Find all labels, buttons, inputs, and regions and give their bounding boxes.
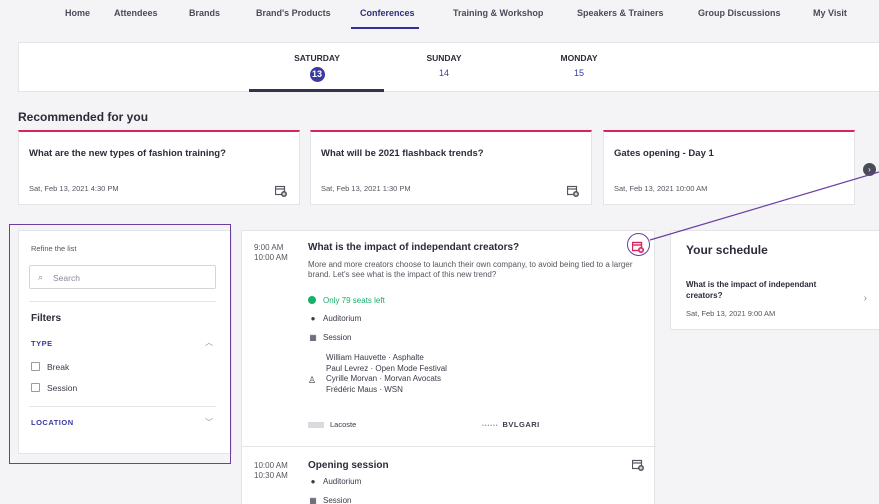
- brand-name: Lacoste: [330, 420, 357, 429]
- location-text: Auditorium: [323, 477, 362, 486]
- day-tab-sunday[interactable]: SUNDAY 14: [404, 53, 484, 81]
- top-navigation: Home Attendees Brands Brand's Products C…: [0, 0, 879, 30]
- brand-name: BVLGARI: [502, 420, 540, 429]
- session-title[interactable]: Opening session: [308, 460, 389, 471]
- day-name: SATURDAY: [294, 53, 340, 63]
- recommended-card[interactable]: What will be 2021 flashback trends? Sat,…: [310, 130, 592, 205]
- annotation-circle: [627, 233, 650, 256]
- card-title: What will be 2021 flashback trends?: [321, 148, 484, 159]
- brand-bvlgari[interactable]: •••••• BVLGARI: [482, 420, 540, 429]
- card-title: Gates opening - Day 1: [614, 148, 714, 159]
- brand-logo: ••••••: [482, 423, 499, 429]
- location-pin-icon: ●: [310, 477, 316, 486]
- session-divider: [242, 446, 656, 447]
- recommended-card[interactable]: Gates opening - Day 1 Sat, Feb 13, 2021 …: [603, 130, 855, 205]
- recommended-card[interactable]: What are the new types of fashion traini…: [18, 130, 300, 205]
- your-schedule-panel: Your schedule What is the impact of inde…: [670, 230, 879, 330]
- nav-group-discussions[interactable]: Group Discussions: [698, 8, 781, 18]
- recommended-heading: Recommended for you: [18, 110, 149, 124]
- speaker[interactable]: Frédéric Maus · WSN: [326, 385, 447, 396]
- card-title: What are the new types of fashion traini…: [29, 148, 226, 159]
- type-text: Session: [323, 333, 352, 342]
- schedule-heading: Your schedule: [686, 243, 768, 257]
- session-end: 10:00 AM: [254, 253, 288, 262]
- carousel-next-icon[interactable]: ›: [863, 163, 876, 176]
- day-number: 13: [309, 67, 325, 82]
- session-type-icon: ▦: [309, 333, 317, 342]
- day-name: MONDAY: [560, 53, 598, 63]
- nav-my-visit[interactable]: My Visit: [813, 8, 847, 18]
- nav-active-underline: [351, 27, 419, 29]
- add-to-calendar-icon[interactable]: [566, 184, 579, 202]
- brand-logo: [308, 422, 324, 429]
- nav-brands[interactable]: Brands: [189, 8, 220, 18]
- card-date: Sat, Feb 13, 2021 10:00 AM: [614, 184, 708, 193]
- day-number: 15: [573, 68, 584, 78]
- session-type: ▦ Session: [308, 333, 351, 342]
- speaker[interactable]: Cyrille Morvan · Morvan Avocats: [326, 374, 447, 385]
- speaker-icon: ♙: [308, 375, 317, 385]
- session-title[interactable]: What is the impact of independant creato…: [308, 242, 519, 253]
- card-date: Sat, Feb 13, 2021 1:30 PM: [321, 184, 411, 193]
- schedule-item-date: Sat, Feb 13, 2021 9:00 AM: [686, 309, 776, 318]
- add-to-calendar-icon[interactable]: [274, 184, 287, 202]
- brand-lacoste[interactable]: Lacoste: [308, 420, 356, 429]
- check-icon: [308, 296, 316, 304]
- day-name: SUNDAY: [426, 53, 462, 63]
- nav-brands-products[interactable]: Brand's Products: [256, 8, 331, 18]
- speaker[interactable]: William Hauvette · Asphalte: [326, 353, 447, 364]
- session-type-icon: ▦: [309, 496, 317, 504]
- nav-attendees[interactable]: Attendees: [114, 8, 158, 18]
- day-tab-saturday[interactable]: SATURDAY 13: [277, 53, 357, 82]
- day-active-underline: [249, 89, 384, 92]
- add-to-calendar-icon[interactable]: [631, 458, 644, 476]
- nav-training-workshop[interactable]: Training & Workshop: [453, 8, 543, 18]
- speakers-list: William Hauvette · Asphalte Paul Levrez …: [326, 353, 447, 395]
- session-type: ▦ Session: [308, 496, 351, 504]
- seats-text: Only 79 seats left: [323, 296, 385, 305]
- schedule-item-title[interactable]: What is the impact of independant creato…: [686, 279, 846, 301]
- annotation-box: [9, 224, 231, 464]
- type-text: Session: [323, 496, 352, 504]
- session-time: 9:00 AM 10:00 AM: [254, 243, 288, 263]
- card-date: Sat, Feb 13, 2021 4:30 PM: [29, 184, 119, 193]
- nav-speakers-trainers[interactable]: Speakers & Trainers: [577, 8, 664, 18]
- session-start: 10:00 AM: [254, 461, 288, 470]
- day-tab-monday[interactable]: MONDAY 15: [539, 53, 619, 81]
- seats-available: Only 79 seats left: [308, 296, 385, 305]
- session-list: 9:00 AM 10:00 AM What is the impact of i…: [241, 230, 656, 504]
- nav-home[interactable]: Home: [65, 8, 90, 18]
- chevron-right-icon[interactable]: ›: [864, 293, 867, 304]
- day-number: 14: [438, 68, 449, 78]
- nav-conferences[interactable]: Conferences: [360, 8, 415, 18]
- session-location: ● Auditorium: [308, 314, 362, 323]
- location-pin-icon: ●: [310, 314, 316, 323]
- session-end: 10:30 AM: [254, 471, 288, 480]
- session-time: 10:00 AM 10:30 AM: [254, 461, 288, 481]
- session-location: ● Auditorium: [308, 477, 362, 486]
- session-description: More and more creators choose to launch …: [308, 260, 633, 279]
- day-selector: SATURDAY 13 SUNDAY 14 MONDAY 15: [18, 42, 879, 92]
- speaker[interactable]: Paul Levrez · Open Mode Festival: [326, 364, 447, 375]
- location-text: Auditorium: [323, 314, 362, 323]
- session-start: 9:00 AM: [254, 243, 284, 252]
